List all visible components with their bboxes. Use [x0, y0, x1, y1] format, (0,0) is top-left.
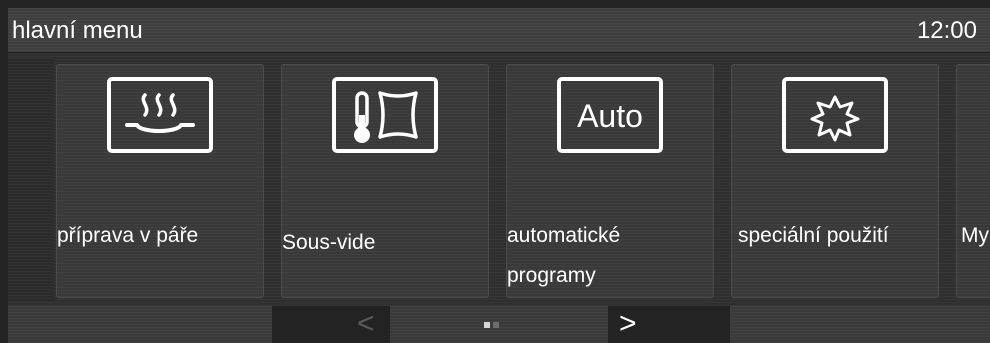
tile-steam-cooking[interactable]: příprava v páře — [56, 64, 264, 298]
header-bar: hlavní menu 12:00 — [8, 8, 990, 53]
tile-label: Sous-vide — [282, 231, 376, 254]
tile-automatic-programs[interactable]: Auto automatické programy — [506, 64, 714, 298]
page-dot-inactive — [493, 322, 499, 328]
page-dot-active — [484, 322, 490, 328]
tile-partial[interactable]: My — [956, 64, 990, 298]
footer-bar — [8, 306, 990, 343]
chevron-right-icon: > — [619, 307, 637, 340]
carousel-left-edge — [8, 58, 54, 301]
next-page-button[interactable]: > — [608, 306, 730, 343]
prev-page-button[interactable]: < — [272, 306, 390, 343]
special-use-icon — [782, 77, 888, 153]
tile-label: speciální použití — [738, 224, 889, 247]
tile-label: My — [961, 224, 989, 247]
steam-cooking-icon — [107, 77, 213, 153]
page-title: hlavní menu — [12, 17, 143, 44]
chevron-left-icon: < — [357, 307, 375, 340]
auto-programs-icon: Auto — [557, 77, 663, 153]
tile-label: automatické programy — [507, 224, 621, 287]
tile-special-use[interactable]: speciální použití — [731, 64, 939, 298]
sous-vide-icon — [332, 77, 438, 153]
tile-label: příprava v páře — [57, 224, 199, 247]
clock: 12:00 — [916, 17, 977, 44]
tile-sous-vide[interactable]: Sous-vide — [281, 64, 489, 298]
auto-icon-text: Auto — [577, 98, 643, 134]
